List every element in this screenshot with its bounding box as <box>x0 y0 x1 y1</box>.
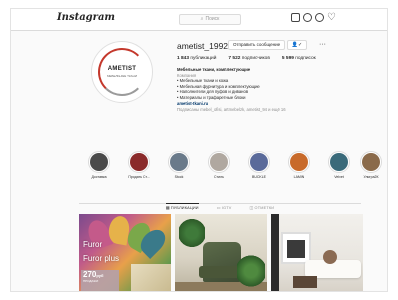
bio-website-link[interactable]: ametist-tkani.ru <box>177 101 327 107</box>
tab-tagged-label: ОТМЕТКИ <box>254 206 275 210</box>
highlight-label: Stock <box>174 175 184 179</box>
instagram-logo[interactable]: Instagram <box>57 12 115 23</box>
highlight-cover-image <box>170 153 188 171</box>
post-thumbnail[interactable] <box>271 214 363 291</box>
stat-posts-value: 1 843 <box>177 56 190 61</box>
browser-viewport: Instagram ⌕ Поиск ♡ AMETIST МЕБЕЛЬНЫЕ ТКА… <box>10 8 388 292</box>
profile-stats: 1 843 публикаций 7 522 подписчиков 5 599… <box>177 56 316 61</box>
stat-posts-label: публикаций <box>190 56 217 61</box>
highlight-item[interactable]: Доставка <box>85 151 113 179</box>
explore-icon[interactable] <box>315 13 324 22</box>
nav-icons: ♡ <box>291 13 337 23</box>
person-check-icon: 👤✓ <box>291 42 303 48</box>
highlight-cover-image <box>330 153 348 171</box>
highlight-cover-image <box>210 153 228 171</box>
tab-posts-label: ПУБЛИКАЦИИ <box>170 206 199 210</box>
avatar-brand-text: AMETIST <box>107 66 137 72</box>
tabs-divider <box>79 203 361 204</box>
highlight-cover <box>328 151 350 173</box>
coffee-table-image <box>293 276 317 288</box>
send-message-button[interactable]: Отправить сообщение <box>228 40 286 50</box>
fireplace-opening <box>287 240 305 258</box>
stat-posts: 1 843 публикаций <box>177 56 216 61</box>
stat-following-value: 5 599 <box>281 56 294 61</box>
stat-following-label: подписок <box>295 56 316 61</box>
highlight-label: Ультра2К <box>363 175 379 179</box>
tab-igtv[interactable]: ▭ IGTV <box>217 205 232 210</box>
search-placeholder: Поиск <box>205 16 220 22</box>
highlight-cover <box>288 151 310 173</box>
tab-tagged[interactable]: ◫ ОТМЕТКИ <box>249 205 274 210</box>
highlight-cover-image <box>250 153 268 171</box>
profile-avatar[interactable]: AMETIST МЕБЕЛЬНЫЕ ТКАНИ <box>91 41 153 103</box>
price-caption: ПРОДАЖИ <box>83 279 99 283</box>
highlight-item[interactable]: Продать Ст... <box>125 151 153 179</box>
followed-by-text[interactable]: Подписаны mebel_ofisi, artmebelzk, ameti… <box>177 107 327 113</box>
profile-tabs: ▦ ПУБЛИКАЦИИ ▭ IGTV ◫ ОТМЕТКИ <box>79 203 361 210</box>
highlight-cover <box>128 151 150 173</box>
plant-image <box>237 254 265 288</box>
tab-igtv-label: IGTV <box>221 206 232 210</box>
price-badge: 270руб ПРОДАЖИ <box>81 270 119 291</box>
direct-icon[interactable] <box>303 13 312 22</box>
more-options-button[interactable]: ··· <box>319 41 326 49</box>
stat-followers-value: 7 522 <box>228 56 241 61</box>
highlight-label: Доставка <box>91 175 107 179</box>
profile-username: ametist_1992 <box>177 41 229 51</box>
tag-icon: ◫ <box>249 206 254 210</box>
tv-icon: ▭ <box>216 206 221 210</box>
highlight-label: LAMIN <box>293 175 305 179</box>
highlight-cover <box>360 151 382 173</box>
highlight-item[interactable]: LAMIN <box>285 151 313 179</box>
person-image <box>323 250 337 264</box>
highlight-item[interactable]: Стиль <box>205 151 233 179</box>
highlight-cover <box>208 151 230 173</box>
highlight-cover-image <box>290 153 308 171</box>
wall-panel <box>271 214 279 291</box>
highlight-cover <box>168 151 190 173</box>
price-number: 270 <box>83 270 97 279</box>
avatar-brand-subtext: МЕБЕЛЬНЫЕ ТКАНИ <box>107 74 137 78</box>
highlight-item[interactable]: BUCKLE <box>245 151 273 179</box>
highlight-cover <box>248 151 270 173</box>
highlight-cover <box>88 151 110 173</box>
stat-followers-label: подписчиков <box>241 56 270 61</box>
avatar-logo-ring <box>98 48 146 96</box>
highlight-label: Стиль <box>214 175 224 179</box>
highlight-label: Продать Ст... <box>128 175 150 179</box>
tab-posts[interactable]: ▦ ПУБЛИКАЦИИ <box>165 203 199 210</box>
highlight-item[interactable]: Stock <box>165 151 193 179</box>
top-nav: Instagram ⌕ Поиск ♡ <box>11 9 387 31</box>
price-unit: руб <box>96 273 104 278</box>
highlight-label: Velvet <box>334 175 344 179</box>
following-button[interactable]: 👤✓ <box>287 40 307 50</box>
grid-icon: ▦ <box>165 206 170 210</box>
profile-bio: Мебельные ткани, комплектующие Компания … <box>177 67 327 113</box>
stat-followers[interactable]: 7 522 подписчиков <box>228 56 270 61</box>
post-thumbnail[interactable] <box>175 214 267 291</box>
home-icon[interactable] <box>291 13 300 22</box>
highlight-item[interactable]: Ультра2К <box>357 151 385 179</box>
heart-icon[interactable]: ♡ <box>327 13 337 23</box>
post-overlay-text: Furor plus <box>83 254 120 263</box>
highlight-item[interactable]: Velvet <box>325 151 353 179</box>
highlight-cover-image <box>130 153 148 171</box>
highlight-cover-image <box>362 153 380 171</box>
highlight-label: BUCKLE <box>251 175 266 179</box>
search-icon: ⌕ <box>200 16 204 22</box>
highlight-cover-image <box>90 153 108 171</box>
post-thumbnail[interactable]: Furor Furor plus 270руб ПРОДАЖИ <box>79 214 171 291</box>
post-overlay-text: Furor <box>83 240 103 249</box>
search-input[interactable]: ⌕ Поиск <box>179 14 241 25</box>
stat-following[interactable]: 5 599 подписок <box>282 56 316 61</box>
plant-image <box>179 218 205 248</box>
fabric-corner <box>131 264 171 291</box>
posts-grid: Furor Furor plus 270руб ПРОДАЖИ <box>79 214 363 291</box>
